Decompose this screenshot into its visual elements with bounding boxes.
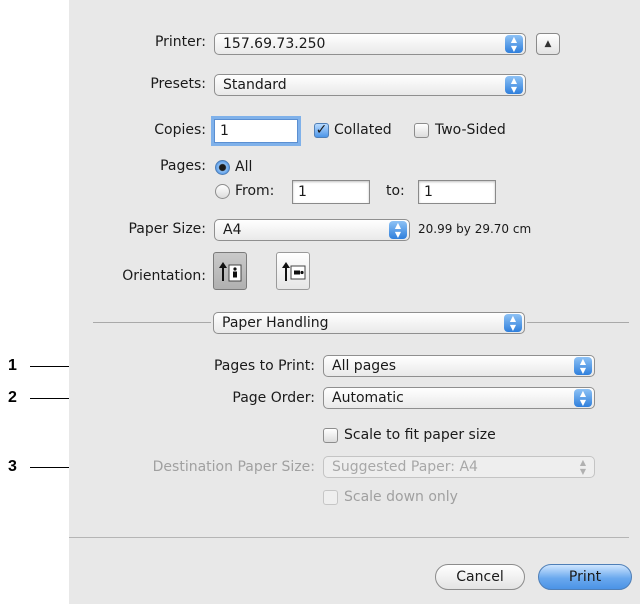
presets-value: Standard	[223, 77, 287, 93]
pages-from-field[interactable]: 1	[292, 180, 370, 204]
chevron-updown-icon: ▲ ▼	[505, 35, 523, 53]
section-separator-left	[93, 322, 211, 323]
paper-size-value: A4	[223, 222, 242, 238]
section-popup[interactable]: Paper Handling ▲ ▼	[213, 312, 525, 334]
printer-value: 157.69.73.250	[223, 36, 326, 52]
collated-checkbox[interactable]: ✓	[314, 123, 329, 138]
bottom-separator	[69, 537, 629, 538]
callout-2: 2	[8, 389, 17, 406]
pages-label: Pages:	[160, 158, 206, 174]
printer-popup[interactable]: 157.69.73.250 ▲ ▼	[214, 33, 526, 55]
pages-from-radio[interactable]	[215, 184, 230, 199]
page-order-label: Page Order:	[232, 390, 315, 406]
paper-dimensions: 20.99 by 29.70 cm	[418, 222, 532, 236]
printer-label: Printer:	[154, 34, 206, 50]
pages-to-label: to:	[386, 183, 405, 199]
pages-to-field[interactable]: 1	[418, 180, 496, 204]
presets-label: Presets:	[150, 76, 206, 92]
orientation-landscape-button[interactable]	[276, 252, 310, 290]
scale-down-checkbox[interactable]	[323, 490, 338, 505]
landscape-person-icon	[282, 262, 306, 281]
collated-label: Collated	[334, 122, 392, 138]
scale-down-label: Scale down only	[344, 489, 458, 505]
pages-all-label: All	[235, 159, 253, 175]
callout-1: 1	[8, 357, 17, 374]
copies-label: Copies:	[154, 122, 206, 138]
cancel-button[interactable]: Cancel	[435, 564, 525, 590]
print-dialog: Printer: 157.69.73.250 ▲ ▼ ▲ Presets: Sta…	[69, 0, 640, 604]
chevron-updown-icon: ▲ ▼	[574, 357, 592, 375]
copies-field[interactable]: 1	[214, 119, 298, 143]
chevron-updown-icon: ▲ ▼	[504, 314, 522, 332]
two-sided-label: Two-Sided	[435, 122, 506, 138]
triangle-up-icon: ▲	[544, 39, 552, 49]
paper-size-popup[interactable]: A4 ▲ ▼	[214, 219, 410, 241]
section-value: Paper Handling	[222, 315, 329, 331]
destination-label: Destination Paper Size:	[152, 459, 315, 475]
chevron-updown-icon: ▲ ▼	[574, 458, 592, 476]
orientation-portrait-button[interactable]	[213, 252, 247, 290]
scale-to-fit-checkbox[interactable]	[323, 428, 338, 443]
expand-dialog-button[interactable]: ▲	[536, 33, 560, 55]
page-order-value: Automatic	[332, 390, 404, 406]
pages-to-print-label: Pages to Print:	[213, 358, 315, 374]
chevron-updown-icon: ▲ ▼	[574, 389, 592, 407]
pages-from-label: From:	[235, 183, 275, 199]
two-sided-checkbox[interactable]	[414, 123, 429, 138]
callout-3: 3	[8, 458, 17, 475]
pages-to-print-value: All pages	[332, 358, 397, 374]
chevron-updown-icon: ▲ ▼	[505, 76, 523, 94]
print-button[interactable]: Print	[538, 564, 632, 590]
scale-to-fit-label: Scale to fit paper size	[344, 427, 496, 443]
orientation-label: Orientation:	[122, 268, 206, 284]
pages-to-print-popup[interactable]: All pages ▲ ▼	[323, 355, 595, 377]
presets-popup[interactable]: Standard ▲ ▼	[214, 74, 526, 96]
destination-value: Suggested Paper: A4	[332, 459, 478, 475]
chevron-updown-icon: ▲ ▼	[389, 221, 407, 239]
paper-size-label: Paper Size:	[128, 221, 206, 237]
pages-all-radio[interactable]	[215, 160, 230, 175]
page-order-popup[interactable]: Automatic ▲ ▼	[323, 387, 595, 409]
section-separator-right	[527, 322, 629, 323]
destination-popup[interactable]: Suggested Paper: A4 ▲ ▼	[323, 456, 595, 478]
portrait-person-icon	[219, 262, 242, 282]
